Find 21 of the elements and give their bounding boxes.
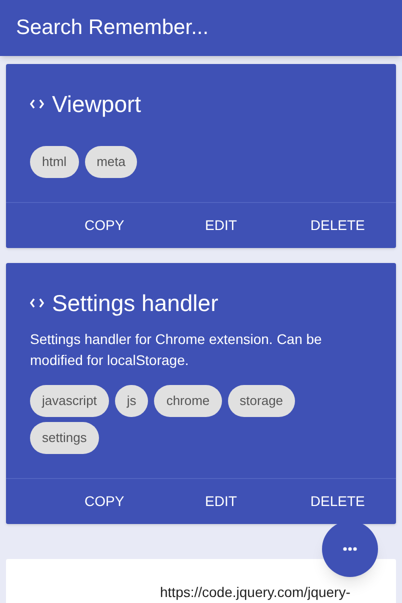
card-description: Settings handler for Chrome extension. Can be modified for localStorage. <box>30 330 323 370</box>
code-icon <box>30 99 44 109</box>
code-icon <box>30 298 44 308</box>
action-button[interactable]: EDIT <box>162 215 280 236</box>
tag-chip[interactable]: storage <box>228 385 296 417</box>
action-button[interactable]: EDIT <box>162 491 280 512</box>
tag-chip[interactable]: js <box>114 385 148 417</box>
more-icon <box>343 547 357 551</box>
tag-chip[interactable]: chrome <box>154 385 222 417</box>
action-button[interactable]: COPY <box>46 491 163 512</box>
action-button[interactable]: COPY <box>46 215 163 236</box>
search-field[interactable]: Search Remember... <box>16 12 209 44</box>
tag-chip[interactable]: html <box>30 146 79 178</box>
action-button[interactable]: DELETE <box>279 215 396 236</box>
action-button[interactable]: DELETE <box>279 491 396 512</box>
tag-chip[interactable]: meta <box>84 146 138 178</box>
tag-chip[interactable]: settings <box>30 422 99 454</box>
card-title: Settings handler <box>52 289 218 318</box>
tag-chip[interactable]: javascript <box>30 385 109 417</box>
card-title: Viewport <box>52 90 142 119</box>
code-text: https://code.jquery.com/jquery- <box>160 583 352 601</box>
